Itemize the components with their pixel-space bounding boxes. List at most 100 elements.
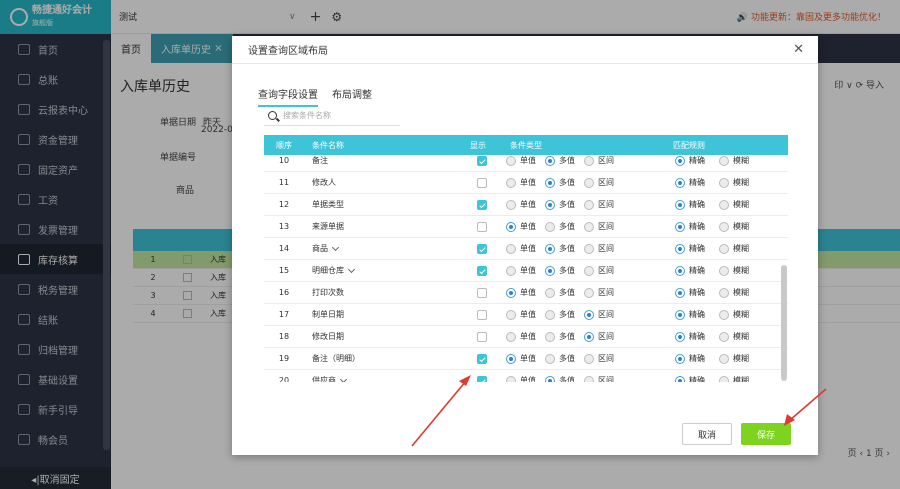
radio-icon[interactable] bbox=[506, 353, 516, 364]
radio-icon[interactable] bbox=[675, 353, 685, 364]
radio-icon[interactable] bbox=[506, 155, 516, 166]
type-option[interactable]: 区间 bbox=[584, 331, 614, 342]
radio-icon[interactable] bbox=[545, 353, 555, 364]
type-option[interactable]: 单值 bbox=[506, 199, 536, 210]
rule-option[interactable]: 精确 bbox=[675, 155, 705, 166]
radio-icon[interactable] bbox=[506, 287, 516, 298]
type-option[interactable]: 区间 bbox=[584, 309, 614, 320]
rule-option[interactable]: 精确 bbox=[675, 331, 705, 342]
radio-icon[interactable] bbox=[675, 375, 685, 382]
type-option[interactable]: 单值 bbox=[506, 309, 536, 320]
radio-icon[interactable] bbox=[675, 199, 685, 210]
radio-icon[interactable] bbox=[506, 331, 516, 342]
rule-option[interactable]: 模糊 bbox=[719, 309, 749, 320]
radio-icon[interactable] bbox=[719, 287, 729, 298]
type-option[interactable]: 多值 bbox=[545, 243, 575, 254]
type-option[interactable]: 多值 bbox=[545, 287, 575, 298]
type-option[interactable]: 多值 bbox=[545, 199, 575, 210]
radio-icon[interactable] bbox=[584, 287, 594, 298]
radio-icon[interactable] bbox=[584, 265, 594, 276]
radio-icon[interactable] bbox=[545, 199, 555, 210]
rule-option[interactable]: 模糊 bbox=[719, 155, 749, 166]
type-option[interactable]: 单值 bbox=[506, 243, 536, 254]
type-option[interactable]: 单值 bbox=[506, 331, 536, 342]
type-option[interactable]: 单值 bbox=[506, 155, 536, 166]
type-option[interactable]: 多值 bbox=[545, 353, 575, 364]
radio-icon[interactable] bbox=[506, 309, 516, 320]
radio-icon[interactable] bbox=[675, 287, 685, 298]
radio-icon[interactable] bbox=[719, 265, 729, 276]
radio-icon[interactable] bbox=[719, 353, 729, 364]
chevron-down-icon[interactable] bbox=[339, 375, 348, 382]
radio-icon[interactable] bbox=[584, 155, 594, 166]
tab-layout-adjust[interactable]: 布局调整 bbox=[332, 86, 372, 107]
rule-option[interactable]: 模糊 bbox=[719, 243, 749, 254]
show-checkbox[interactable] bbox=[477, 309, 487, 320]
rule-option[interactable]: 精确 bbox=[675, 177, 705, 188]
radio-icon[interactable] bbox=[584, 243, 594, 254]
radio-icon[interactable] bbox=[675, 265, 685, 276]
radio-icon[interactable] bbox=[584, 331, 594, 342]
type-option[interactable]: 区间 bbox=[584, 353, 614, 364]
radio-icon[interactable] bbox=[545, 243, 555, 254]
radio-icon[interactable] bbox=[675, 243, 685, 254]
chevron-down-icon[interactable] bbox=[347, 265, 356, 273]
rule-option[interactable]: 模糊 bbox=[719, 375, 749, 382]
rule-option[interactable]: 精确 bbox=[675, 265, 705, 276]
rule-option[interactable]: 精确 bbox=[675, 353, 705, 364]
type-option[interactable]: 区间 bbox=[584, 375, 614, 382]
radio-icon[interactable] bbox=[675, 309, 685, 320]
type-option[interactable]: 多值 bbox=[545, 309, 575, 320]
radio-icon[interactable] bbox=[506, 199, 516, 210]
radio-icon[interactable] bbox=[545, 177, 555, 188]
chevron-down-icon[interactable] bbox=[331, 243, 340, 251]
type-option[interactable]: 多值 bbox=[545, 375, 575, 382]
rule-option[interactable]: 模糊 bbox=[719, 199, 749, 210]
type-option[interactable]: 区间 bbox=[584, 243, 614, 254]
radio-icon[interactable] bbox=[545, 309, 555, 320]
radio-icon[interactable] bbox=[584, 353, 594, 364]
show-checkbox[interactable] bbox=[477, 353, 487, 364]
show-checkbox[interactable] bbox=[477, 265, 487, 276]
type-option[interactable]: 区间 bbox=[584, 177, 614, 188]
rule-option[interactable]: 精确 bbox=[675, 221, 705, 232]
radio-icon[interactable] bbox=[506, 177, 516, 188]
rule-option[interactable]: 模糊 bbox=[719, 353, 749, 364]
show-checkbox[interactable] bbox=[477, 331, 487, 342]
radio-icon[interactable] bbox=[719, 177, 729, 188]
radio-icon[interactable] bbox=[719, 309, 729, 320]
radio-icon[interactable] bbox=[719, 155, 729, 166]
radio-icon[interactable] bbox=[506, 375, 516, 382]
radio-icon[interactable] bbox=[584, 375, 594, 382]
cancel-button[interactable]: 取消 bbox=[682, 423, 732, 445]
type-option[interactable]: 区间 bbox=[584, 221, 614, 232]
rule-option[interactable]: 精确 bbox=[675, 375, 705, 382]
radio-icon[interactable] bbox=[545, 155, 555, 166]
show-checkbox[interactable] bbox=[477, 243, 487, 254]
radio-icon[interactable] bbox=[675, 155, 685, 166]
radio-icon[interactable] bbox=[545, 287, 555, 298]
type-option[interactable]: 区间 bbox=[584, 265, 614, 276]
rule-option[interactable]: 模糊 bbox=[719, 265, 749, 276]
show-checkbox[interactable] bbox=[477, 375, 487, 382]
radio-icon[interactable] bbox=[719, 375, 729, 382]
tab-field-settings[interactable]: 查询字段设置 bbox=[258, 86, 318, 107]
radio-icon[interactable] bbox=[719, 331, 729, 342]
search-input[interactable] bbox=[283, 111, 393, 120]
show-checkbox[interactable] bbox=[477, 199, 487, 210]
save-button[interactable]: 保存 bbox=[741, 423, 791, 445]
type-option[interactable]: 单值 bbox=[506, 375, 536, 382]
radio-icon[interactable] bbox=[545, 265, 555, 276]
radio-icon[interactable] bbox=[719, 221, 729, 232]
rule-option[interactable]: 精确 bbox=[675, 199, 705, 210]
radio-icon[interactable] bbox=[545, 221, 555, 232]
radio-icon[interactable] bbox=[719, 199, 729, 210]
type-option[interactable]: 多值 bbox=[545, 221, 575, 232]
radio-icon[interactable] bbox=[584, 199, 594, 210]
type-option[interactable]: 多值 bbox=[545, 331, 575, 342]
type-option[interactable]: 多值 bbox=[545, 177, 575, 188]
radio-icon[interactable] bbox=[584, 309, 594, 320]
radio-icon[interactable] bbox=[675, 331, 685, 342]
type-option[interactable]: 单值 bbox=[506, 177, 536, 188]
radio-icon[interactable] bbox=[506, 243, 516, 254]
